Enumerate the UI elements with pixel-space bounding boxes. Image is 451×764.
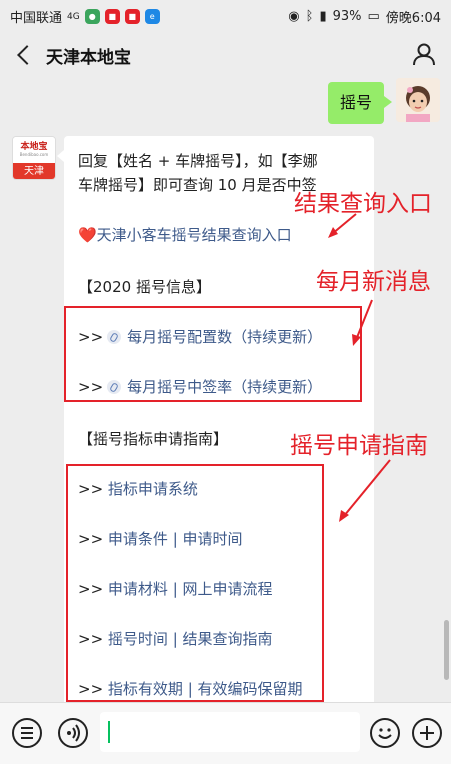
message-input[interactable] — [100, 712, 360, 752]
input-bar — [0, 702, 451, 764]
text-caret — [108, 721, 110, 743]
scrollbar-thumb[interactable] — [444, 620, 449, 680]
arrow-head — [328, 227, 338, 238]
menu-list-icon[interactable] — [12, 718, 42, 748]
arrow-to-guide-box — [343, 459, 391, 517]
arrow-head — [352, 334, 361, 346]
arrow-to-monthly-box — [355, 299, 373, 341]
add-more-icon[interactable] — [412, 718, 442, 748]
emoji-icon[interactable] — [370, 718, 400, 748]
voice-icon[interactable] — [58, 718, 88, 748]
annotation-arrows — [328, 213, 391, 522]
